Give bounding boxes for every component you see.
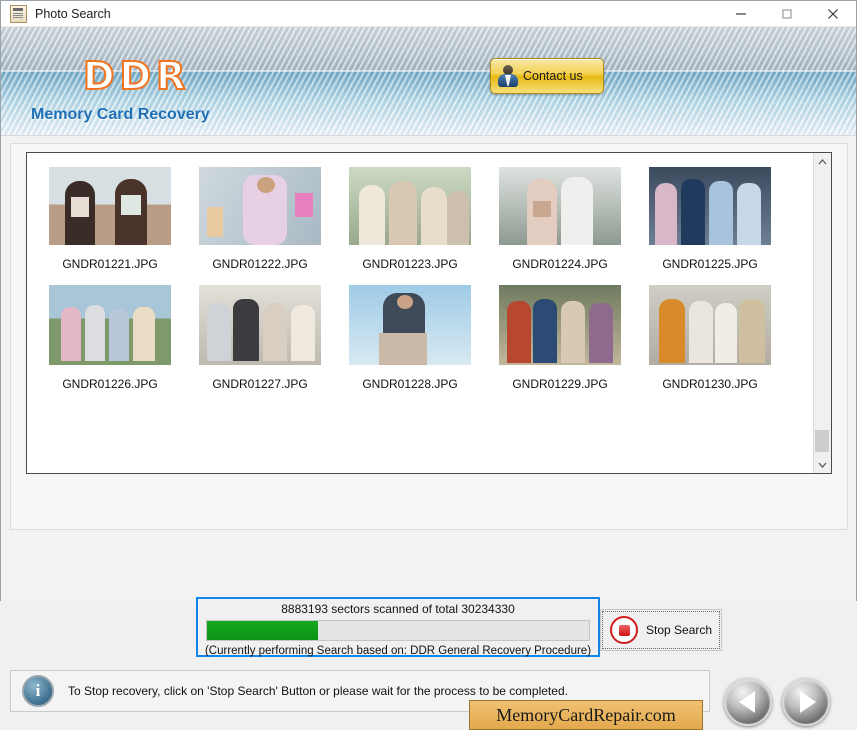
list-item[interactable]: GNDR01223.JPG [335,167,485,271]
list-item[interactable]: GNDR01225.JPG [635,167,785,271]
thumbnail-image[interactable] [649,285,771,365]
file-name: GNDR01229.JPG [512,377,608,391]
contact-us-button[interactable]: Contact us [490,58,604,94]
thumbnail-image[interactable] [499,285,621,365]
file-name: GNDR01222.JPG [212,257,308,271]
gallery-scrollbar[interactable] [813,153,831,473]
maximize-button[interactable] [764,1,810,26]
thumbnail-grid: GNDR01221.JPG GNDR01222.JPG GNDR01223.JP… [27,153,813,473]
file-name: GNDR01221.JPG [62,257,158,271]
title-bar: Photo Search [1,1,856,27]
thumbnail-image[interactable] [349,167,471,245]
thumbnail-panel: GNDR01221.JPG GNDR01222.JPG GNDR01223.JP… [26,152,832,474]
list-item[interactable]: GNDR01228.JPG [335,285,485,391]
close-button[interactable] [810,1,856,26]
arrow-left-icon[interactable] [724,678,772,726]
file-name: GNDR01230.JPG [662,377,758,391]
main-content: GNDR01221.JPG GNDR01222.JPG GNDR01223.JP… [1,136,856,730]
list-item[interactable]: GNDR01226.JPG [35,285,185,391]
thumbnail-image[interactable] [49,167,171,245]
file-name: GNDR01227.JPG [212,377,308,391]
thumbnail-image[interactable] [199,285,321,365]
stop-square-icon [610,616,638,644]
file-name: GNDR01228.JPG [362,377,458,391]
app-subtitle: Memory Card Recovery [31,106,210,123]
progress-note: (Currently performing Search based on: D… [204,645,592,657]
scrollbar-thumb[interactable] [815,430,829,452]
status-message: To Stop recovery, click on 'Stop Search'… [68,684,568,698]
photo-search-window: Photo Search DDR Memory Card Recovery Co… [0,0,857,730]
thumbnail-image[interactable] [649,167,771,245]
progress-bar-fill [207,621,318,640]
scroll-up-icon[interactable] [814,153,831,170]
list-item[interactable]: GNDR01229.JPG [485,285,635,391]
progress-bar [206,620,590,641]
results-groupbox: GNDR01221.JPG GNDR01222.JPG GNDR01223.JP… [10,143,848,530]
window-title: Photo Search [35,6,111,21]
arrow-right-icon[interactable] [782,678,830,726]
contact-us-label: Contact us [523,69,583,83]
stop-search-button[interactable]: Stop Search [600,609,722,651]
scrollbar-track[interactable] [814,170,831,456]
file-name: GNDR01223.JPG [362,257,458,271]
ddr-logo: DDR [82,53,191,99]
info-icon: i [22,675,54,707]
scroll-down-icon[interactable] [814,456,831,473]
photo-search-icon [10,4,27,23]
minimize-button[interactable] [718,1,764,26]
list-item[interactable]: GNDR01230.JPG [635,285,785,391]
list-item[interactable]: GNDR01227.JPG [185,285,335,391]
list-item[interactable]: GNDR01222.JPG [185,167,335,271]
user-avatar-icon [497,64,519,88]
file-name: GNDR01225.JPG [662,257,758,271]
file-name: GNDR01224.JPG [512,257,608,271]
thumbnail-image[interactable] [349,285,471,365]
file-name: GNDR01226.JPG [62,377,158,391]
list-item[interactable]: GNDR01224.JPG [485,167,635,271]
window-controls [718,1,856,26]
thumbnail-image[interactable] [49,285,171,365]
stop-search-label: Stop Search [646,623,713,637]
progress-title: 8883193 sectors scanned of total 3023433… [281,602,515,616]
list-item[interactable]: GNDR01221.JPG [35,167,185,271]
brand-header: DDR Memory Card Recovery Contact us [1,27,856,136]
thumbnail-image[interactable] [199,167,321,245]
progress-panel: 8883193 sectors scanned of total 3023433… [196,597,600,657]
watermark-banner: MemoryCardRepair.com [469,700,703,730]
thumbnail-image[interactable] [499,167,621,245]
